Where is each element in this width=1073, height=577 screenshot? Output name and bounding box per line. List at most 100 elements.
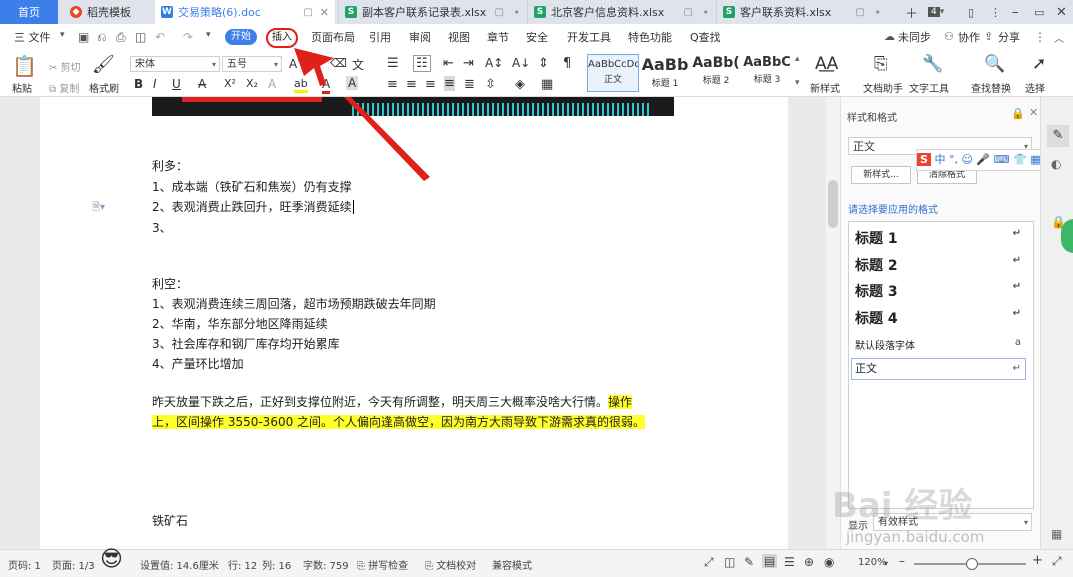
- tab-close-icon[interactable]: ✕: [320, 6, 329, 19]
- superscript-icon[interactable]: X²: [224, 77, 236, 90]
- tab-document[interactable]: W 交易策略(6).doc ▢ ✕: [155, 0, 335, 24]
- style-heading-3[interactable]: AaBbC 标题 3: [742, 54, 792, 92]
- style-list-heading-4[interactable]: 标题 4 ↵: [855, 308, 1025, 328]
- ime-keyboard-icon[interactable]: ⌨: [994, 153, 1010, 166]
- style-list-heading-1[interactable]: 标题 1 ↵: [855, 228, 1025, 248]
- fullscreen-icon[interactable]: ⤢: [704, 555, 714, 570]
- collab-button[interactable]: 协作: [958, 29, 980, 45]
- skin-icon[interactable]: ▯: [968, 0, 974, 24]
- status-word-count[interactable]: 字数: 759: [303, 557, 349, 572]
- edit-mode-icon[interactable]: ✎: [744, 555, 754, 569]
- find-replace-icon[interactable]: 🔍: [984, 54, 1005, 74]
- file-dropdown-icon[interactable]: ▾: [60, 30, 65, 40]
- style-gallery-up-icon[interactable]: ▴: [795, 54, 800, 64]
- eye-protect-icon[interactable]: ◉: [824, 555, 834, 569]
- select-icon[interactable]: ➚: [1032, 54, 1046, 74]
- font-name-select[interactable]: 宋体: [130, 56, 220, 73]
- quick-access-dropdown-icon[interactable]: ▾: [206, 30, 211, 40]
- share-button[interactable]: 分享: [998, 29, 1020, 45]
- undo-icon[interactable]: ↶: [155, 30, 165, 44]
- font-size-select[interactable]: 五号: [222, 56, 282, 73]
- borders-icon[interactable]: ▦: [541, 77, 553, 92]
- sidebar-grid-icon[interactable]: ▦: [1051, 527, 1062, 541]
- tab-restore-icon[interactable]: ▢: [856, 7, 865, 18]
- ime-skin-icon[interactable]: 👕: [1013, 153, 1027, 166]
- doc-proof-button[interactable]: ⎘ 文档校对: [425, 557, 476, 572]
- page-view-icon[interactable]: ▤: [762, 554, 778, 568]
- align-right-icon[interactable]: ≡: [425, 77, 436, 92]
- menu-review[interactable]: 审阅: [409, 29, 431, 45]
- find-replace-button[interactable]: 查找替换: [971, 80, 1011, 95]
- status-page-number[interactable]: 页码: 1: [8, 557, 41, 572]
- format-painter-icon[interactable]: 🖌: [92, 54, 115, 75]
- new-style-panel-button[interactable]: 新样式...: [851, 166, 911, 184]
- doc-helper-icon[interactable]: ⎘: [874, 54, 888, 74]
- save-icon[interactable]: ▣: [78, 30, 89, 44]
- decrease-indent-icon[interactable]: ⇤: [443, 56, 454, 71]
- line-spacing-icon[interactable]: ⇕: [538, 56, 549, 71]
- ime-punct-icon[interactable]: °,: [949, 153, 958, 166]
- tab-sheet-2[interactable]: S 北京客户信息资料.xlsx ▢ •: [527, 0, 715, 24]
- zoom-level[interactable]: 120%: [858, 557, 887, 568]
- tab-restore-icon[interactable]: ▢: [684, 7, 693, 18]
- menu-page-layout[interactable]: 页面布局: [311, 29, 355, 45]
- zoom-dropdown-icon[interactable]: ▾: [884, 559, 888, 568]
- styles-panel-toggle-icon[interactable]: ✎: [1047, 125, 1069, 147]
- ime-language-icon[interactable]: 中: [934, 153, 945, 166]
- align-left-icon[interactable]: ≡: [387, 77, 398, 92]
- doc-helper-button[interactable]: 文档助手: [863, 80, 903, 95]
- select-button[interactable]: 选择: [1025, 80, 1045, 95]
- text-tools-icon[interactable]: 🔧: [922, 54, 943, 74]
- distribute-icon[interactable]: ≣: [464, 77, 475, 92]
- collapse-ribbon-icon[interactable]: ︿: [1054, 30, 1064, 45]
- menu-start[interactable]: 开始: [225, 29, 257, 45]
- tab-restore-icon[interactable]: ▢: [495, 7, 504, 18]
- outline-view-icon[interactable]: ☰: [784, 555, 795, 569]
- menu-chapter[interactable]: 章节: [487, 29, 509, 45]
- new-tab-icon[interactable]: ＋: [905, 0, 918, 24]
- ime-emoji-icon[interactable]: ☺: [961, 153, 972, 166]
- status-setting-value[interactable]: 设置值: 14.6厘米: [140, 557, 219, 572]
- tab-sheet-1[interactable]: S 副本客户联系记录表.xlsx ▢ •: [338, 0, 526, 24]
- maximize-icon[interactable]: ▭: [1034, 0, 1044, 24]
- menu-developer[interactable]: 开发工具: [567, 29, 611, 45]
- copy-button[interactable]: ⧉ 复制: [49, 80, 79, 95]
- tab-restore-icon[interactable]: ▢: [304, 7, 313, 18]
- panel-pin-icon[interactable]: 🔒: [1011, 107, 1025, 120]
- tab-daoke-templates[interactable]: ◆ 稻壳模板: [64, 0, 152, 24]
- new-style-button[interactable]: 新样式: [810, 80, 840, 95]
- read-mode-icon[interactable]: ◫: [724, 555, 735, 569]
- menu-file[interactable]: 三 文件: [14, 29, 51, 45]
- more-icon[interactable]: ⋮: [990, 0, 1001, 24]
- web-view-icon[interactable]: ⊕: [804, 555, 814, 569]
- text-effect-icon[interactable]: A: [268, 77, 276, 91]
- float-assistant-icon[interactable]: [1061, 219, 1073, 253]
- align-center-icon[interactable]: ≡: [406, 77, 417, 92]
- cut-button[interactable]: ✂ 剪切: [49, 59, 81, 74]
- sort-icon[interactable]: A↓: [512, 56, 530, 70]
- tab-sheet-3[interactable]: S 客户联系资料.xlsx ▢ •: [716, 0, 887, 24]
- status-page-count[interactable]: 页面: 1/3: [52, 557, 95, 572]
- zoom-slider-thumb[interactable]: [966, 558, 978, 570]
- spell-check-button[interactable]: ⎘ 拼写检查: [357, 557, 408, 572]
- close-window-icon[interactable]: ✕: [1056, 0, 1067, 24]
- ime-voice-icon[interactable]: 🎤: [976, 153, 990, 166]
- undo-history-icon[interactable]: ⎌: [97, 30, 107, 45]
- numbered-list-icon[interactable]: ☷: [413, 55, 431, 72]
- style-normal[interactable]: AaBbCcDd 正文: [587, 54, 639, 92]
- fit-page-icon[interactable]: ⤢: [1052, 554, 1062, 569]
- zoom-out-icon[interactable]: –: [899, 554, 905, 568]
- text-direction-icon[interactable]: A↕: [485, 56, 503, 70]
- menu-security[interactable]: 安全: [526, 29, 548, 45]
- minimize-icon[interactable]: –: [1012, 0, 1019, 24]
- line-spacing-2-icon[interactable]: ⇳: [485, 77, 496, 92]
- paste-button[interactable]: 粘贴: [12, 80, 32, 95]
- style-list-default-font[interactable]: 默认段落字体 a: [855, 337, 1025, 352]
- paste-icon[interactable]: 📋: [12, 54, 37, 78]
- menu-more-icon[interactable]: ⋮: [1034, 30, 1046, 44]
- bold-icon[interactable]: B: [134, 77, 143, 91]
- style-list-normal[interactable]: 正文 ↵: [851, 358, 1026, 380]
- style-heading-1[interactable]: AaBb 标题 1: [640, 54, 690, 92]
- style-heading-2[interactable]: AaBb( 标题 2: [691, 54, 741, 92]
- sync-status[interactable]: 未同步: [898, 29, 931, 45]
